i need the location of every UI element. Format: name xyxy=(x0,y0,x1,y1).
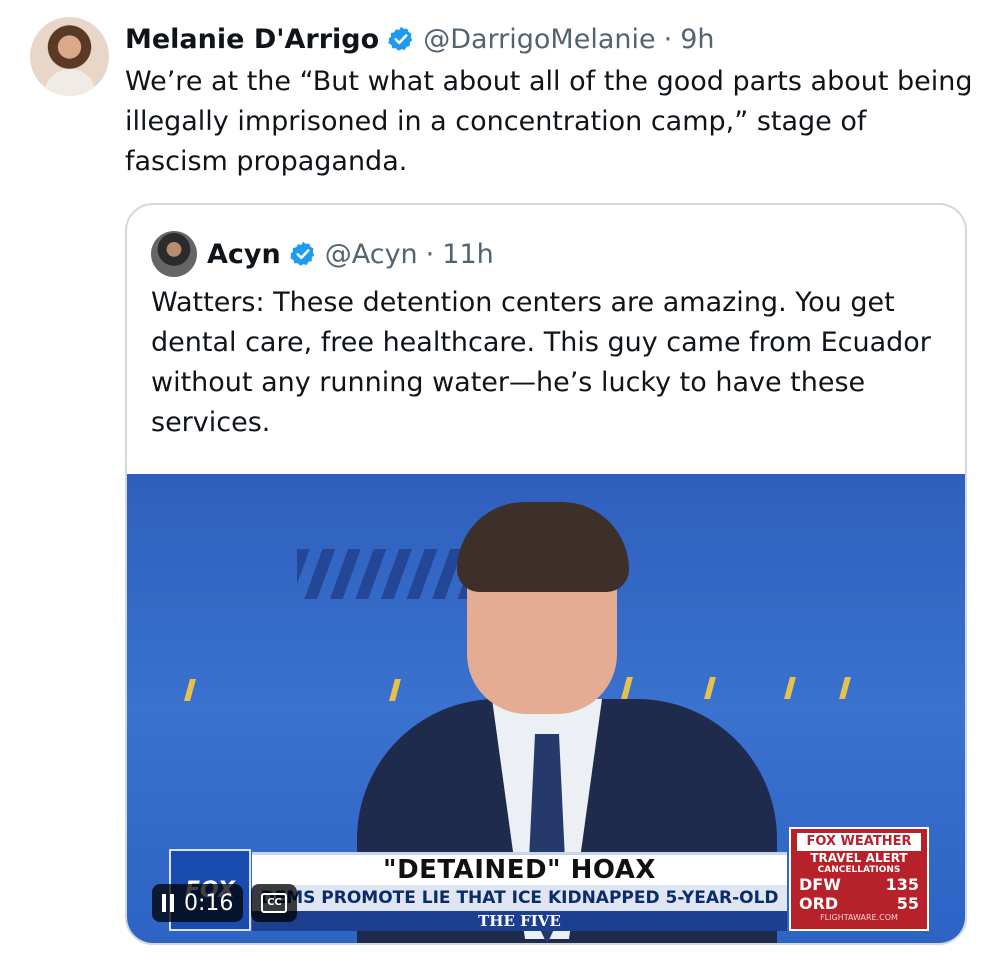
quoted-author-name[interactable]: Acyn xyxy=(207,239,281,270)
chyron-headline: "DETAINED" HOAX xyxy=(383,855,656,885)
weather-subtitle: CANCELLATIONS xyxy=(817,865,901,875)
airport-code: ORD xyxy=(799,894,839,913)
studio-backdrop xyxy=(297,549,467,599)
weather-title: TRAVEL ALERT xyxy=(810,851,908,865)
weather-row: ORD 55 xyxy=(791,894,927,913)
quoted-tweet[interactable]: Acyn @Acyn · 11h Watters: These detentio… xyxy=(125,203,967,945)
weather-box: FOX WEATHER TRAVEL ALERT CANCELLATIONS D… xyxy=(789,827,929,931)
chyron: "DETAINED" HOAX DEMS PROMOTE LIE THAT IC… xyxy=(252,852,787,931)
verified-badge-icon xyxy=(388,26,413,51)
tweet-header: Melanie D'Arrigo @DarrigoMelanie · 9h xyxy=(125,20,714,58)
author-handle[interactable]: @DarrigoMelanie xyxy=(423,24,655,55)
quoted-tweet-text: Watters: These detention centers are ama… xyxy=(151,287,931,438)
weather-source: FLIGHTAWARE.COM xyxy=(820,913,898,922)
cancellation-count: 55 xyxy=(896,894,919,913)
pause-icon xyxy=(162,894,174,912)
quoted-author-handle[interactable]: @Acyn xyxy=(325,239,418,270)
presenter-hair xyxy=(457,502,629,592)
cancellation-count: 135 xyxy=(885,875,919,894)
meta-separator: · xyxy=(663,23,673,55)
quoted-tweet-time[interactable]: 11h xyxy=(442,239,493,270)
show-name: THE FIVE xyxy=(252,911,787,931)
meta-separator: · xyxy=(425,238,435,270)
quoted-author-avatar[interactable] xyxy=(151,231,197,277)
author-avatar[interactable] xyxy=(30,17,109,96)
video-player[interactable]: FOX "DETAINED" HOAX DEMS PROMOTE LIE THA… xyxy=(127,474,965,943)
tweet-text: We’re at the “But what about all of the … xyxy=(125,66,973,177)
verified-badge-icon xyxy=(290,241,315,266)
video-timestamp: 0:16 xyxy=(184,890,234,916)
author-name[interactable]: Melanie D'Arrigo xyxy=(125,24,379,55)
captions-button[interactable]: CC xyxy=(251,884,298,922)
tweet-time[interactable]: 9h xyxy=(680,24,714,55)
chyron-subline: DEMS PROMOTE LIE THAT ICE KIDNAPPED 5-YE… xyxy=(252,885,787,911)
weather-logo: FOX WEATHER xyxy=(797,833,921,851)
play-pause-button[interactable]: 0:16 xyxy=(152,884,244,922)
cc-icon: CC xyxy=(261,893,288,913)
weather-row: DFW 135 xyxy=(791,875,927,894)
video-controls: 0:16 CC xyxy=(152,884,298,922)
airport-code: DFW xyxy=(799,875,841,894)
quoted-tweet-header: Acyn @Acyn · 11h xyxy=(207,233,494,275)
